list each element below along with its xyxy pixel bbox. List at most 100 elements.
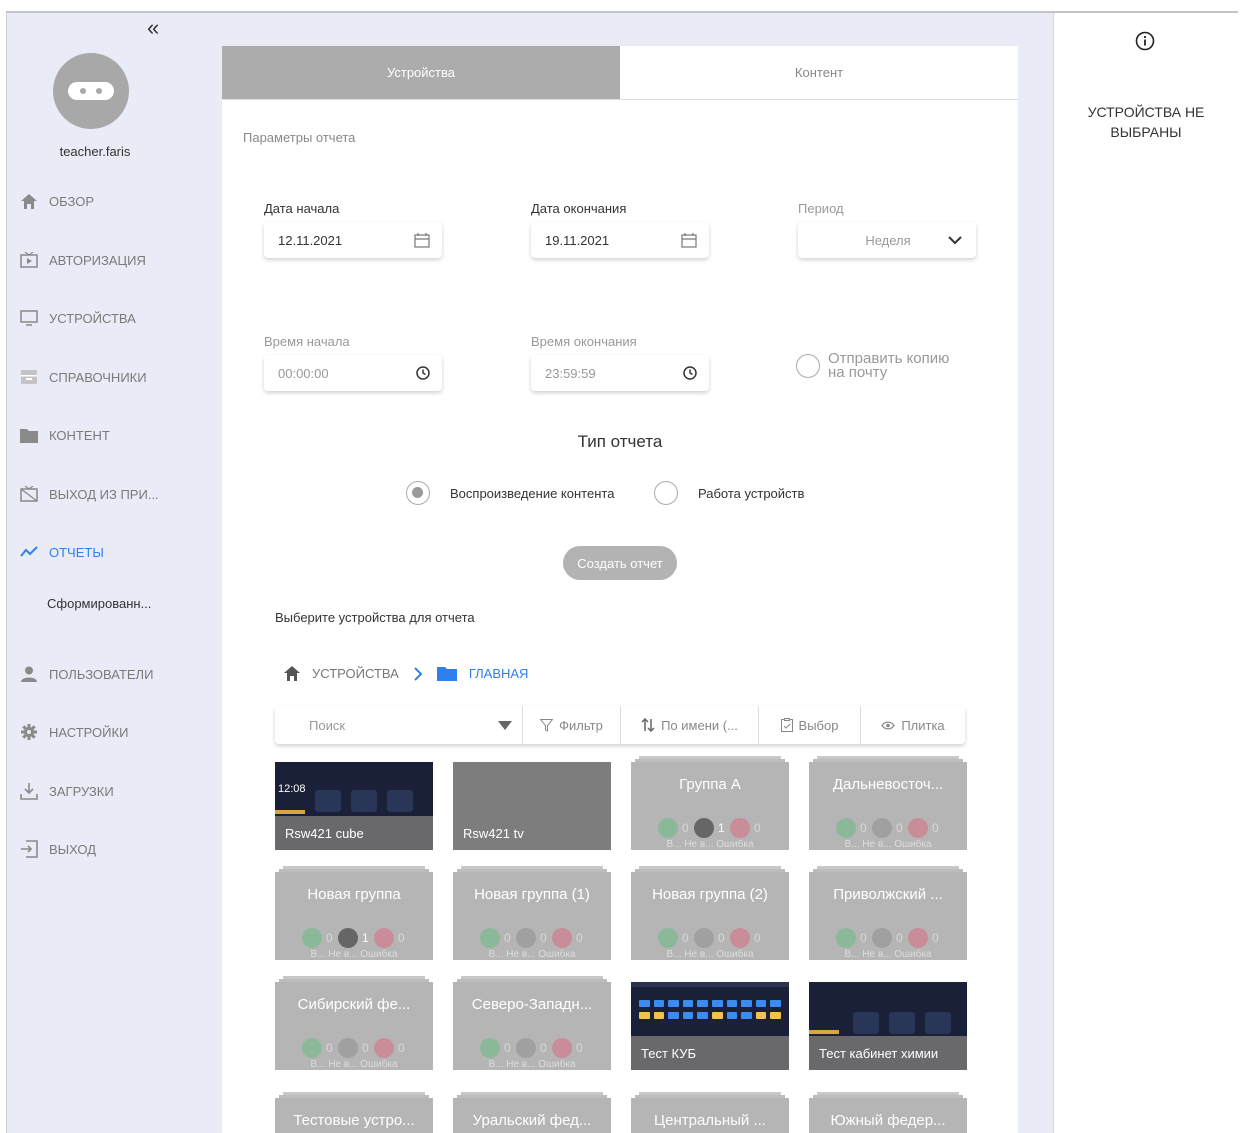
group-tile[interactable]: Дальневосточ... 0 0 0 В... Не в... Ошибк… — [809, 756, 967, 850]
group-status-counts: 0 0 0 — [809, 818, 967, 838]
sidebar-item-devices[interactable]: УСТРОЙСТВА — [19, 305, 136, 331]
sidebar-item-logout[interactable]: ВЫХОД — [19, 836, 96, 862]
group-tile[interactable]: Группа А 0 1 0 В... Не в... Ошибка — [631, 756, 789, 850]
sidebar-item-reports[interactable]: ОТЧЕТЫ — [19, 539, 104, 565]
device-name: Тест КУБ — [631, 1036, 789, 1070]
send-copy-checkbox[interactable]: Отправить копию на почту — [796, 351, 949, 380]
home-icon[interactable] — [284, 666, 300, 681]
select-button[interactable]: Выбор — [759, 706, 861, 744]
online-count: 0 — [326, 931, 333, 945]
radio-button-checked[interactable] — [406, 481, 430, 505]
tab-content[interactable]: Контент — [620, 46, 1018, 99]
search-input[interactable]: Поиск — [275, 706, 523, 744]
end-time-field[interactable]: 23:59:59 — [531, 355, 709, 391]
end-date-field[interactable]: 19.11.2021 — [531, 222, 709, 258]
sidebar-item-content[interactable]: КОНТЕНТ — [19, 422, 110, 448]
sidebar-item-overview[interactable]: ОБЗОР — [19, 188, 94, 214]
online-count: 0 — [682, 931, 689, 945]
sidebar-item-authorization[interactable]: АВТОРИЗАЦИЯ — [19, 247, 146, 273]
screen-preview — [315, 790, 413, 812]
search-placeholder: Поиск — [309, 717, 346, 733]
no-devices-selected-message: УСТРОЙСТВА НЕ ВЫБРАНЫ — [1054, 102, 1238, 142]
group-tile[interactable]: Новая группа 0 1 0 В... Не в... Ошибка — [275, 866, 433, 960]
calendar-icon[interactable] — [414, 232, 430, 248]
username: teacher.faris — [59, 144, 131, 159]
group-name: Группа А — [679, 776, 741, 793]
start-time-field[interactable]: 00:00:00 — [264, 355, 442, 391]
select-label: Выбор — [798, 717, 839, 733]
breadcrumb: УСТРОЙСТВА ГЛАВНАЯ — [284, 666, 528, 681]
group-tile[interactable]: Приволжский ... 0 0 0 В... Не в... Ошибк… — [809, 866, 967, 960]
report-params-title: Параметры отчета — [243, 130, 356, 145]
chevron-right-icon — [413, 666, 423, 681]
period-label: Период — [798, 201, 844, 216]
error-count: 0 — [576, 931, 583, 945]
filter-button[interactable]: Фильтр — [523, 706, 621, 744]
group-tile[interactable]: Северо-Западн... 0 0 0 В... Не в... Ошиб… — [453, 976, 611, 1070]
sidebar-item-label: ПОЛЬЗОВАТЕЛИ — [49, 666, 154, 682]
sidebar-item-users[interactable]: ПОЛЬЗОВАТЕЛИ — [19, 661, 153, 687]
error-status-dot — [374, 928, 394, 948]
sort-label: По имени (... — [661, 717, 738, 733]
online-count: 0 — [504, 931, 511, 945]
offline-count: 0 — [540, 931, 547, 945]
start-date-field[interactable]: 12.11.2021 — [264, 222, 442, 258]
radio-button[interactable] — [654, 481, 678, 505]
sidebar-item-label: ЗАГРУЗКИ — [49, 783, 114, 799]
online-status-dot — [836, 818, 856, 838]
sidebar-item-downloads[interactable]: ЗАГРУЗКИ — [19, 778, 114, 804]
online-status-dot — [302, 1038, 322, 1058]
device-tile[interactable]: Тест кабинет химии — [809, 982, 967, 1070]
sidebar-item-directories[interactable]: СПРАВОЧНИКИ — [19, 364, 147, 390]
group-tile[interactable]: Центральный ... — [631, 1092, 789, 1133]
view-mode-button[interactable]: Плитка — [861, 706, 965, 744]
screen-preview-bar — [809, 1030, 839, 1034]
breadcrumb-root[interactable]: УСТРОЙСТВА — [312, 666, 399, 681]
group-tile[interactable]: Новая группа (2) 0 0 0 В... Не в... Ошиб… — [631, 866, 789, 960]
create-report-button[interactable]: Создать отчет — [563, 546, 677, 580]
group-name: Центральный ... — [654, 1112, 766, 1129]
sort-button[interactable]: По имени (... — [621, 706, 759, 744]
group-name: Уральский фед... — [472, 1112, 592, 1129]
group-status-counts: 0 0 0 — [453, 1038, 611, 1058]
group-tile[interactable]: Новая группа (1) 0 0 0 В... Не в... Ошиб… — [453, 866, 611, 960]
caret-down-icon[interactable] — [498, 718, 512, 733]
group-tile[interactable]: Уральский фед... — [453, 1092, 611, 1133]
clock-icon[interactable] — [683, 366, 697, 380]
offline-status-dot — [872, 928, 892, 948]
sidebar-subitem-generated[interactable]: Сформированн... — [47, 596, 151, 611]
device-tile[interactable]: Rsw421 tv — [453, 762, 611, 850]
device-tile[interactable]: Тест КУБ — [631, 982, 789, 1070]
breadcrumb-current[interactable]: ГЛАВНАЯ — [469, 666, 529, 681]
avatar[interactable] — [53, 53, 129, 129]
radio-device-operation[interactable]: Работа устройств — [654, 481, 804, 505]
error-status-dot — [908, 818, 928, 838]
device-tile[interactable]: 12:08 Rsw421 cube — [275, 762, 433, 850]
radio-label: Работа устройств — [698, 485, 805, 501]
group-status-counts: 0 0 0 — [809, 928, 967, 948]
online-count: 0 — [860, 931, 867, 945]
calendar-icon[interactable] — [681, 232, 697, 248]
logout-icon — [19, 840, 39, 858]
sidebar-item-settings[interactable]: НАСТРОЙКИ — [19, 719, 128, 745]
group-tile[interactable]: Тестовые устро... — [275, 1092, 433, 1133]
error-count: 0 — [932, 931, 939, 945]
tab-devices[interactable]: Устройства — [222, 46, 620, 99]
group-tile[interactable]: Сибирский фе... 0 0 0 В... Не в... Ошибк… — [275, 976, 433, 1070]
tv-play-icon — [19, 251, 39, 269]
chart-line-icon — [19, 543, 39, 561]
device-name: Rsw421 tv — [463, 825, 524, 841]
info-icon[interactable] — [1135, 31, 1155, 56]
folder-icon — [19, 426, 39, 444]
radio-label: Воспроизведение контента — [450, 485, 615, 501]
group-status-labels: В... Не в... Ошибка — [488, 950, 576, 960]
period-select[interactable]: Неделя — [798, 222, 976, 258]
error-status-dot — [552, 928, 572, 948]
group-tile[interactable]: Южный федер... — [809, 1092, 967, 1133]
sidebar-item-exit-app[interactable]: ВЫХОД ИЗ ПРИ... — [19, 481, 159, 507]
send-copy-toggle[interactable] — [796, 354, 820, 378]
radio-content-playback[interactable]: Воспроизведение контента — [406, 481, 614, 505]
collapse-sidebar-icon[interactable]: « — [147, 17, 159, 39]
sort-icon — [641, 718, 655, 732]
clock-icon[interactable] — [416, 366, 430, 380]
